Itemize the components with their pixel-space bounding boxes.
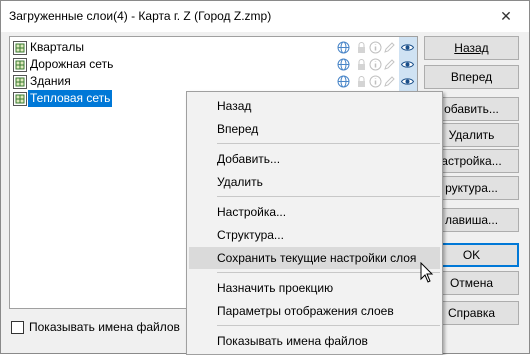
layer-label-wrap: Кварталы: [28, 39, 86, 56]
info-icon[interactable]: [369, 58, 382, 71]
lock-icon[interactable]: [355, 41, 368, 54]
layer-map-icon: [13, 41, 27, 55]
forward-button[interactable]: Вперед: [424, 65, 519, 89]
menu-label: Удалить: [217, 175, 263, 189]
layer-row[interactable]: Здания: [10, 73, 417, 90]
layer-name: Кварталы: [30, 40, 84, 54]
layer-map-icon: [13, 75, 27, 89]
delete-button-label: Удалить: [448, 128, 495, 142]
pencil-icon[interactable]: [383, 41, 396, 54]
cancel-button-label: Отмена: [449, 276, 494, 290]
menu-label: Настройка...: [217, 205, 287, 219]
settings-button-label: астройка...: [441, 154, 502, 168]
menu-item-add[interactable]: Добавить...: [189, 148, 440, 170]
lock-icon[interactable]: [355, 58, 368, 71]
info-icon[interactable]: [369, 75, 382, 88]
globe-icon[interactable]: [337, 75, 350, 88]
context-menu: Назад Вперед Добавить... Удалить Настрой…: [186, 91, 443, 355]
close-button[interactable]: ✕: [483, 1, 529, 32]
menu-separator: [217, 325, 440, 326]
layer-map-icon: [13, 92, 27, 106]
eye-icon[interactable]: [401, 75, 414, 88]
layer-row[interactable]: Кварталы: [10, 39, 417, 56]
menu-item-show-filenames[interactable]: Показывать имена файлов: [189, 330, 440, 352]
menu-item-forward[interactable]: Вперед: [189, 118, 440, 140]
structure-button-label: руктура...: [445, 181, 498, 195]
forward-button-label: Вперед: [450, 70, 493, 84]
close-icon: ✕: [500, 8, 512, 24]
show-filenames-label: Показывать имена файлов: [29, 320, 180, 334]
layer-map-icon: [13, 58, 27, 72]
layer-label-wrap: Тепловая сеть: [28, 90, 113, 107]
layer-label-wrap: Здания: [28, 73, 73, 90]
layer-row[interactable]: Дорожная сеть: [10, 56, 417, 73]
hotkey-button-label: лавиша...: [444, 213, 499, 227]
info-icon[interactable]: [369, 41, 382, 54]
back-button-label: Назад: [454, 41, 489, 55]
menu-label: Параметры отображения слоев: [217, 304, 394, 318]
layer-name: Дорожная сеть: [30, 57, 114, 71]
checkbox-box[interactable]: [11, 321, 24, 334]
layer-label-wrap: Дорожная сеть: [28, 56, 115, 73]
layer-name: Здания: [30, 74, 71, 88]
menu-item-display-params[interactable]: Параметры отображения слоев: [189, 300, 440, 322]
layer-name: Тепловая сеть: [30, 91, 111, 105]
menu-item-delete[interactable]: Удалить: [189, 171, 440, 193]
add-button-label: обавить...: [444, 102, 499, 116]
help-button-label: Справка: [447, 306, 496, 320]
pencil-icon[interactable]: [383, 75, 396, 88]
eye-icon[interactable]: [401, 41, 414, 54]
menu-item-save-layer-settings[interactable]: Сохранить текущие настройки слоя: [189, 247, 440, 269]
window-title: Загруженные слои(4) - Карта г. Z (Город …: [9, 9, 272, 23]
globe-icon[interactable]: [337, 41, 350, 54]
menu-label: Сохранить текущие настройки слоя: [217, 251, 417, 265]
menu-label: Назначить проекцию: [217, 281, 334, 295]
menu-item-settings[interactable]: Настройка...: [189, 201, 440, 223]
ok-button-label: OK: [462, 248, 481, 262]
menu-item-assign-projection[interactable]: Назначить проекцию: [189, 277, 440, 299]
menu-label: Добавить...: [217, 152, 281, 166]
menu-label: Структура...: [217, 228, 284, 242]
back-button[interactable]: Назад: [424, 36, 519, 60]
eye-icon[interactable]: [401, 58, 414, 71]
globe-icon[interactable]: [337, 58, 350, 71]
menu-item-back[interactable]: Назад: [189, 95, 440, 117]
menu-label: Показывать имена файлов: [217, 334, 368, 348]
mouse-cursor-icon: [420, 262, 434, 283]
menu-item-structure[interactable]: Структура...: [189, 224, 440, 246]
menu-label: Вперед: [217, 122, 259, 136]
lock-icon[interactable]: [355, 75, 368, 88]
pencil-icon[interactable]: [383, 58, 396, 71]
title-bar: Загруженные слои(4) - Карта г. Z (Город …: [1, 1, 529, 32]
menu-label: Назад: [217, 99, 252, 113]
menu-separator: [217, 272, 440, 273]
menu-separator: [217, 196, 440, 197]
menu-separator: [217, 143, 440, 144]
